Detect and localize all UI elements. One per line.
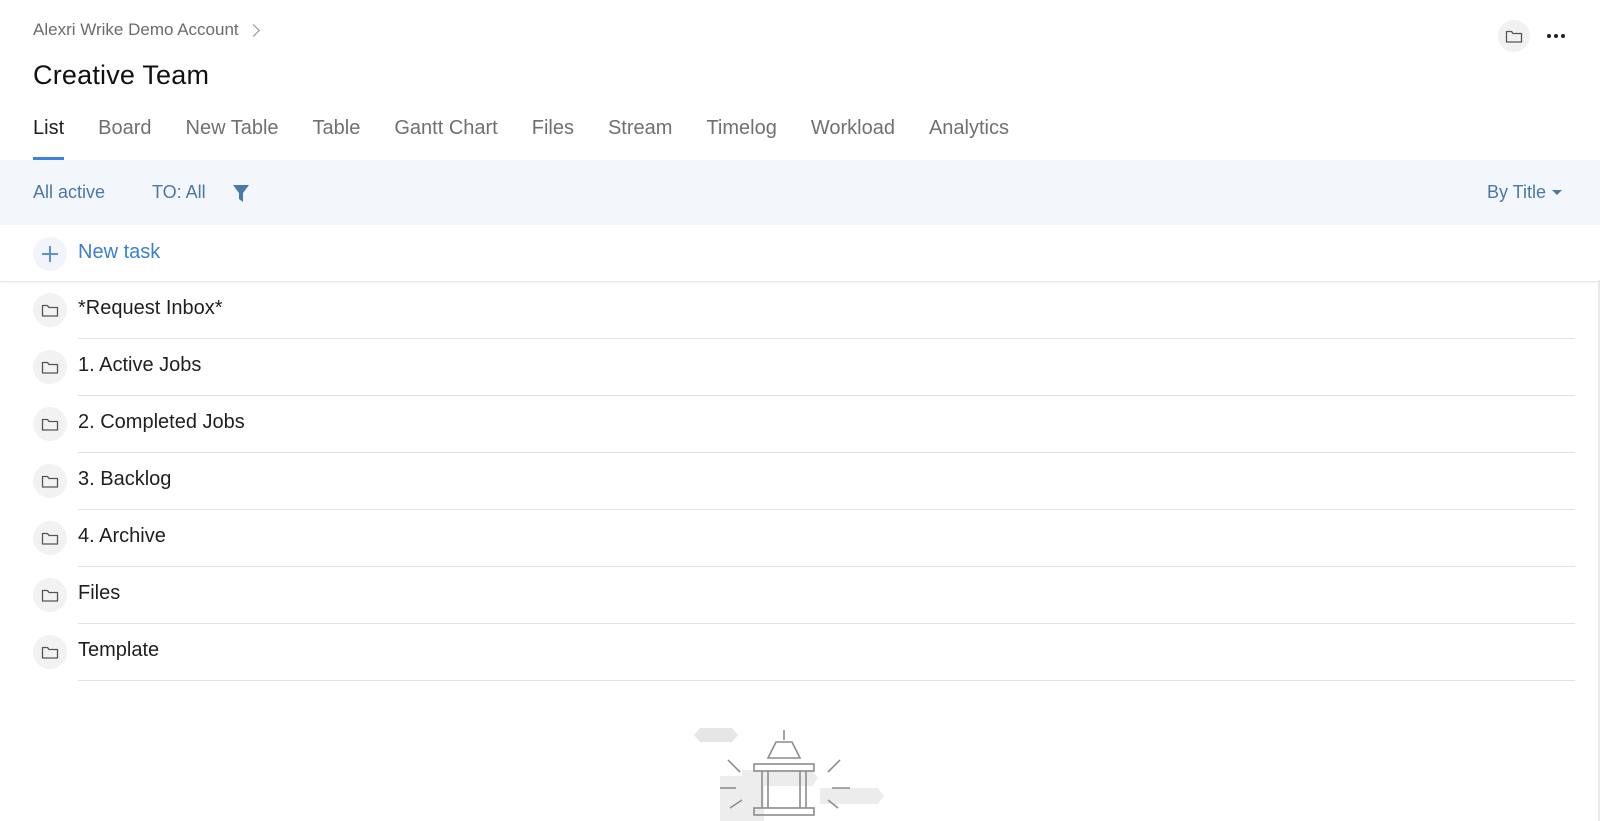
sort-label: By Title <box>1486 182 1546 202</box>
empty-state-illustration <box>694 728 884 821</box>
folder-icon <box>33 578 67 612</box>
status-filter[interactable]: All active <box>33 182 105 203</box>
tab-list[interactable]: List <box>33 110 65 160</box>
sort-dropdown[interactable]: By Title <box>1487 182 1562 203</box>
list-item-label[interactable]: 2. Completed Jobs <box>78 411 245 434</box>
chevron-right-icon <box>246 23 260 37</box>
tab-stream[interactable]: Stream <box>608 110 672 160</box>
folder-icon <box>33 350 67 384</box>
top-actions <box>1498 20 1572 52</box>
filter-icon[interactable] <box>232 184 250 204</box>
tab-board[interactable]: Board <box>98 110 151 160</box>
folder-list: *Request Inbox* 1. Active Jobs 2. Comple… <box>0 282 1600 681</box>
more-dot <box>1561 34 1565 38</box>
list-item-label[interactable]: Template <box>78 639 159 662</box>
folder-button[interactable] <box>1498 20 1530 52</box>
folder-icon <box>33 464 67 498</box>
list-item-label[interactable]: 3. Backlog <box>78 468 171 491</box>
folder-icon <box>33 635 67 669</box>
tab-analytics[interactable]: Analytics <box>929 110 1009 160</box>
list-item[interactable]: 4. Archive <box>0 510 1600 567</box>
new-task-row[interactable]: New task <box>0 225 1600 282</box>
list-item[interactable]: 2. Completed Jobs <box>0 396 1600 453</box>
list-item-label[interactable]: 4. Archive <box>78 525 166 548</box>
folder-icon <box>1505 30 1523 43</box>
tab-workload[interactable]: Workload <box>811 110 895 160</box>
list-item[interactable]: Template <box>0 624 1600 681</box>
list-item[interactable]: *Request Inbox* <box>0 282 1600 339</box>
breadcrumb-account[interactable]: Alexri Wrike Demo Account <box>33 20 239 40</box>
list-item[interactable]: 3. Backlog <box>0 453 1600 510</box>
view-tabs: List Board New Table Table Gantt Chart F… <box>33 110 1043 160</box>
list-item[interactable]: Files <box>0 567 1600 624</box>
new-task-button[interactable]: New task <box>78 241 160 264</box>
list-item-label[interactable]: *Request Inbox* <box>78 297 223 320</box>
tab-table[interactable]: Table <box>313 110 361 160</box>
tab-gantt-chart[interactable]: Gantt Chart <box>394 110 497 160</box>
tab-new-table[interactable]: New Table <box>186 110 279 160</box>
header: Alexri Wrike Demo Account Creative Team … <box>0 0 1600 160</box>
list-item-label[interactable]: 1. Active Jobs <box>78 354 201 377</box>
plus-icon[interactable] <box>33 237 67 271</box>
list-item[interactable]: 1. Active Jobs <box>0 339 1600 396</box>
folder-icon <box>33 521 67 555</box>
more-icon[interactable] <box>1540 20 1572 52</box>
breadcrumb[interactable]: Alexri Wrike Demo Account <box>33 20 260 40</box>
tab-timelog[interactable]: Timelog <box>706 110 776 160</box>
list-item-label[interactable]: Files <box>78 582 120 605</box>
folder-icon <box>33 407 67 441</box>
folder-icon <box>33 293 67 327</box>
caret-down-icon <box>1552 190 1562 195</box>
divider <box>78 680 1575 681</box>
assignee-filter[interactable]: TO: All <box>152 182 206 203</box>
more-dot <box>1554 34 1558 38</box>
tab-files[interactable]: Files <box>532 110 574 160</box>
more-dot <box>1547 34 1551 38</box>
page-title: Creative Team <box>33 60 210 90</box>
